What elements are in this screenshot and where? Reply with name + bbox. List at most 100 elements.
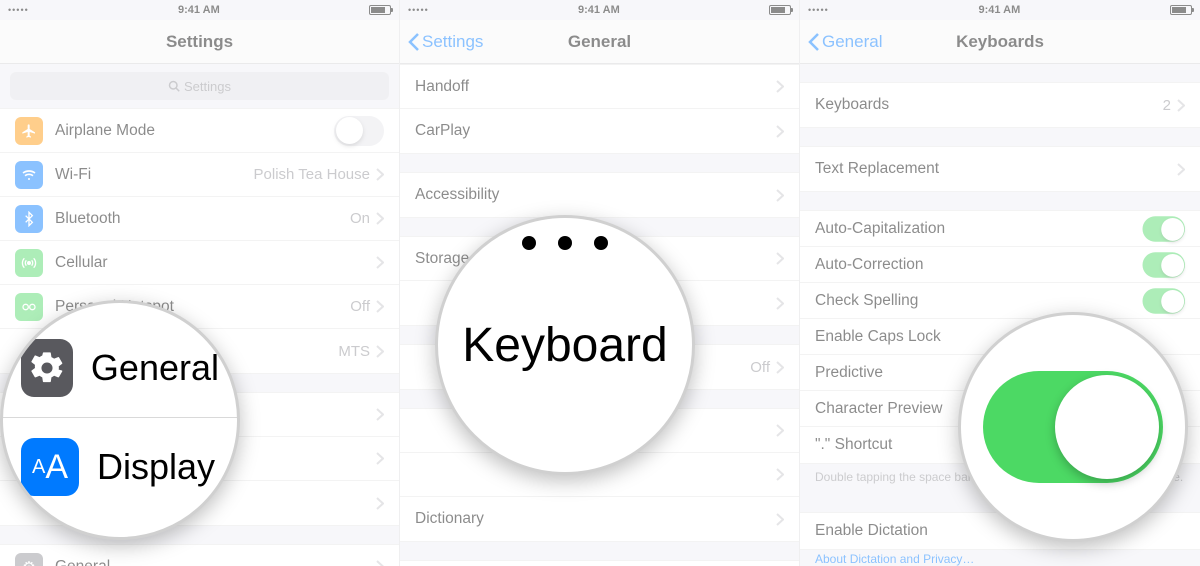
status-bar: ••••• 9:41 AM xyxy=(800,0,1200,20)
handoff-label: Handoff xyxy=(415,78,776,96)
bluetooth-icon xyxy=(15,205,43,233)
autocap-label: Auto-Capitalization xyxy=(815,220,1135,238)
capslock-label: Enable Caps Lock xyxy=(815,328,1185,346)
nav-back-button[interactable]: General xyxy=(808,32,882,52)
row-blank-g2c[interactable] xyxy=(400,453,799,497)
row-blank-g2a[interactable] xyxy=(400,281,799,325)
chevron-right-icon xyxy=(776,513,784,526)
row-refresh[interactable]: Off xyxy=(400,345,799,389)
dictation-privacy-link[interactable]: About Dictation and Privacy… xyxy=(800,550,1200,566)
chevron-right-icon xyxy=(1177,99,1185,112)
row-storage[interactable]: Storage & iCloud Usage xyxy=(400,237,799,281)
signal-dots-icon: ••••• xyxy=(808,5,829,15)
panel-general: ••••• 9:41 AM Settings General Handoff C… xyxy=(400,0,800,566)
row-cellular[interactable]: Cellular xyxy=(0,241,399,285)
row-blank-g2b[interactable] xyxy=(400,409,799,453)
autocap-toggle[interactable] xyxy=(1143,216,1186,242)
row-keyboards[interactable]: Keyboards 2 xyxy=(800,83,1200,127)
row-bluetooth[interactable]: Bluetooth On xyxy=(0,197,399,241)
status-bar: ••••• 9:41 AM xyxy=(0,0,399,20)
hotspot-label: Personal Hotspot xyxy=(55,298,350,316)
chevron-right-icon xyxy=(376,256,384,269)
bluetooth-detail: On xyxy=(350,210,370,227)
nav-back-label: Settings xyxy=(422,32,483,52)
status-time: 9:41 AM xyxy=(978,4,1020,16)
battery-icon xyxy=(769,5,791,15)
general-label: General xyxy=(55,558,376,566)
chevron-right-icon xyxy=(776,125,784,138)
row-blank-1[interactable] xyxy=(0,393,399,437)
signal-dots-icon: ••••• xyxy=(8,5,29,15)
spelling-label: Check Spelling xyxy=(815,292,1135,310)
hotspot-detail: Off xyxy=(350,298,370,315)
spelling-toggle[interactable] xyxy=(1143,288,1186,314)
shortcut-footnote: Double tapping the space bar will insert… xyxy=(800,464,1200,494)
search-placeholder: Settings xyxy=(184,79,231,94)
row-capslock[interactable]: Enable Caps Lock xyxy=(800,319,1200,355)
nav-title: Settings xyxy=(166,32,233,52)
chevron-left-icon xyxy=(808,32,820,52)
row-blank-2[interactable] xyxy=(0,437,399,481)
nav-back-button[interactable]: Settings xyxy=(408,32,483,52)
hotspot-icon xyxy=(15,293,43,321)
chevron-left-icon xyxy=(408,32,420,52)
nav-back-label: General xyxy=(822,32,882,52)
keyboards-detail: 2 xyxy=(1163,97,1171,114)
panel-settings: ••••• 9:41 AM Settings Settings Airplane… xyxy=(0,0,400,566)
chevron-right-icon xyxy=(776,80,784,93)
chevron-right-icon xyxy=(776,297,784,310)
chevron-right-icon xyxy=(376,345,384,358)
row-autocap[interactable]: Auto-Capitalization xyxy=(800,211,1200,247)
row-wifi[interactable]: Wi-Fi Polish Tea House xyxy=(0,153,399,197)
row-hotspot[interactable]: Personal Hotspot Off xyxy=(0,285,399,329)
status-time: 9:41 AM xyxy=(178,4,220,16)
chevron-right-icon xyxy=(776,424,784,437)
autocorrect-toggle[interactable] xyxy=(1143,252,1186,278)
airplane-icon xyxy=(15,117,43,145)
cellular-label: Cellular xyxy=(55,254,376,272)
autocorrect-label: Auto-Correction xyxy=(815,256,1135,274)
carplay-label: CarPlay xyxy=(415,122,776,140)
row-carrier[interactable]: MTS xyxy=(0,329,399,373)
row-charpreview[interactable]: Character Preview xyxy=(800,391,1200,427)
row-itunes-sync[interactable]: iTunes Wi-Fi Sync xyxy=(400,561,799,566)
nav-bar: General Keyboards xyxy=(800,20,1200,64)
airplane-toggle[interactable] xyxy=(334,116,384,146)
row-dictionary[interactable]: Dictionary xyxy=(400,497,799,541)
nav-bar: Settings xyxy=(0,20,399,64)
keyboards-label: Keyboards xyxy=(815,96,1163,114)
dictionary-label: Dictionary xyxy=(415,510,776,528)
refresh-detail: Off xyxy=(750,359,770,376)
carrier-detail: MTS xyxy=(338,343,370,360)
row-dictation[interactable]: Enable Dictation xyxy=(800,513,1200,549)
chevron-right-icon xyxy=(376,452,384,465)
search-input[interactable]: Settings xyxy=(10,72,389,100)
airplane-label: Airplane Mode xyxy=(55,122,334,140)
row-period-shortcut[interactable]: "." Shortcut xyxy=(800,427,1200,463)
row-accessibility[interactable]: Accessibility xyxy=(400,173,799,217)
search-wrap: Settings xyxy=(0,64,399,108)
wifi-detail: Polish Tea House xyxy=(254,166,370,183)
row-carplay[interactable]: CarPlay xyxy=(400,109,799,153)
search-icon xyxy=(168,80,180,92)
cellular-icon xyxy=(15,249,43,277)
chevron-right-icon xyxy=(776,189,784,202)
chevron-right-icon xyxy=(376,212,384,225)
panel-keyboards: ••••• 9:41 AM General Keyboards Keyboard… xyxy=(800,0,1200,566)
accessibility-label: Accessibility xyxy=(415,186,776,204)
chevron-right-icon xyxy=(376,168,384,181)
row-predictive[interactable]: Predictive xyxy=(800,355,1200,391)
row-spelling[interactable]: Check Spelling xyxy=(800,283,1200,319)
bluetooth-label: Bluetooth xyxy=(55,210,350,228)
wifi-icon xyxy=(15,161,43,189)
row-handoff[interactable]: Handoff xyxy=(400,65,799,109)
battery-icon xyxy=(1170,5,1192,15)
row-general[interactable]: ⚙ General xyxy=(0,545,399,566)
battery-icon xyxy=(369,5,391,15)
row-autocorrect[interactable]: Auto-Correction xyxy=(800,247,1200,283)
row-blank-3[interactable] xyxy=(0,481,399,525)
dictation-label: Enable Dictation xyxy=(815,522,1185,540)
status-bar: ••••• 9:41 AM xyxy=(400,0,799,20)
row-text-replacement[interactable]: Text Replacement xyxy=(800,147,1200,191)
row-airplane-mode[interactable]: Airplane Mode xyxy=(0,109,399,153)
